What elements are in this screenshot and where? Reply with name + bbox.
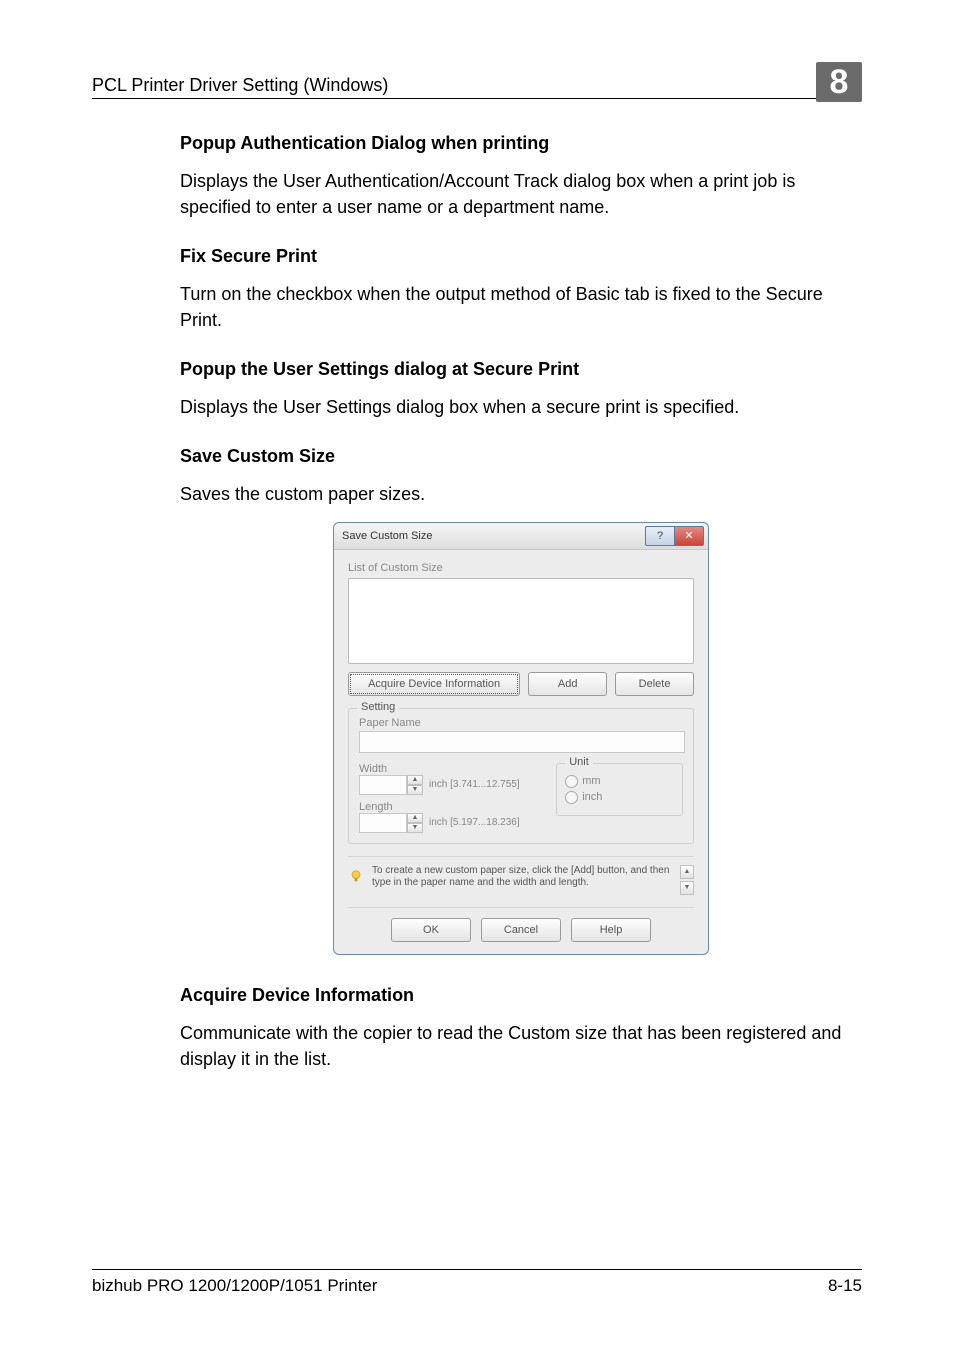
paper-name-label: Paper Name — [359, 717, 683, 729]
unit-legend: Unit — [565, 756, 593, 768]
width-spinner[interactable]: ▲ ▼ — [407, 775, 423, 795]
unit-group: Unit mm inch — [556, 763, 683, 816]
help-icon: ? — [657, 530, 663, 542]
length-spinner[interactable]: ▲ ▼ — [407, 813, 423, 833]
unit-inch-radio[interactable]: inch — [565, 791, 674, 804]
list-custom-size-label: List of Custom Size — [348, 562, 694, 574]
add-button[interactable]: Add — [528, 672, 607, 696]
heading-popup-auth: Popup Authentication Dialog when printin… — [180, 133, 862, 154]
help-button[interactable]: Help — [571, 918, 651, 942]
chevron-down-icon: ▼ — [407, 785, 423, 795]
heading-acquire-device-info: Acquire Device Information — [180, 985, 862, 1006]
width-range: inch [3.741...12.755] — [429, 779, 520, 790]
unit-inch-label: inch — [582, 791, 602, 803]
body-acquire-device-info: Communicate with the copier to read the … — [180, 1020, 862, 1072]
paper-name-input[interactable] — [359, 731, 685, 753]
setting-legend: Setting — [357, 701, 399, 713]
body-fix-secure: Turn on the checkbox when the output met… — [180, 281, 862, 333]
footer-product: bizhub PRO 1200/1200P/1051 Printer — [92, 1276, 377, 1296]
length-label: Length — [359, 801, 542, 813]
dialog-help-button[interactable]: ? — [645, 526, 674, 546]
width-label: Width — [359, 763, 542, 775]
chevron-down-icon: ▼ — [680, 881, 694, 895]
heading-fix-secure: Fix Secure Print — [180, 246, 862, 267]
length-range: inch [5.197...18.236] — [429, 817, 520, 828]
chevron-up-icon: ▲ — [680, 865, 694, 879]
unit-mm-radio[interactable]: mm — [565, 775, 674, 788]
body-save-custom-size: Saves the custom paper sizes. — [180, 481, 862, 507]
body-popup-auth: Displays the User Authentication/Account… — [180, 168, 862, 220]
dialog-titlebar: Save Custom Size ? ✕ — [334, 523, 708, 550]
lightbulb-icon — [348, 865, 364, 887]
chevron-down-icon: ▼ — [407, 823, 423, 833]
heading-save-custom-size: Save Custom Size — [180, 446, 862, 467]
footer-page-number: 8-15 — [828, 1276, 862, 1296]
note-scrollbar[interactable]: ▲ ▼ — [680, 865, 694, 895]
delete-button[interactable]: Delete — [615, 672, 694, 696]
dialog-title: Save Custom Size — [342, 530, 432, 542]
width-input[interactable] — [359, 775, 407, 795]
custom-size-listbox[interactable] — [348, 578, 694, 664]
length-input[interactable] — [359, 813, 407, 833]
header-section-title: PCL Printer Driver Setting (Windows) — [92, 75, 388, 96]
chevron-up-icon: ▲ — [407, 813, 423, 823]
save-custom-size-dialog: Save Custom Size ? ✕ List of Custom Size… — [333, 522, 709, 955]
heading-popup-user-settings: Popup the User Settings dialog at Secure… — [180, 359, 862, 380]
setting-group: Setting Paper Name Width ▲ ▼ — [348, 708, 694, 844]
dialog-close-button[interactable]: ✕ — [674, 526, 704, 546]
chevron-up-icon: ▲ — [407, 775, 423, 785]
unit-mm-label: mm — [582, 775, 600, 787]
ok-button[interactable]: OK — [391, 918, 471, 942]
radio-icon — [565, 791, 578, 804]
close-icon: ✕ — [684, 529, 693, 542]
dialog-note: To create a new custom paper size, click… — [372, 865, 672, 889]
acquire-device-info-button[interactable]: Acquire Device Information — [348, 672, 520, 696]
radio-icon — [565, 775, 578, 788]
body-popup-user-settings: Displays the User Settings dialog box wh… — [180, 394, 862, 420]
cancel-button[interactable]: Cancel — [481, 918, 561, 942]
chapter-number-badge: 8 — [816, 62, 862, 102]
